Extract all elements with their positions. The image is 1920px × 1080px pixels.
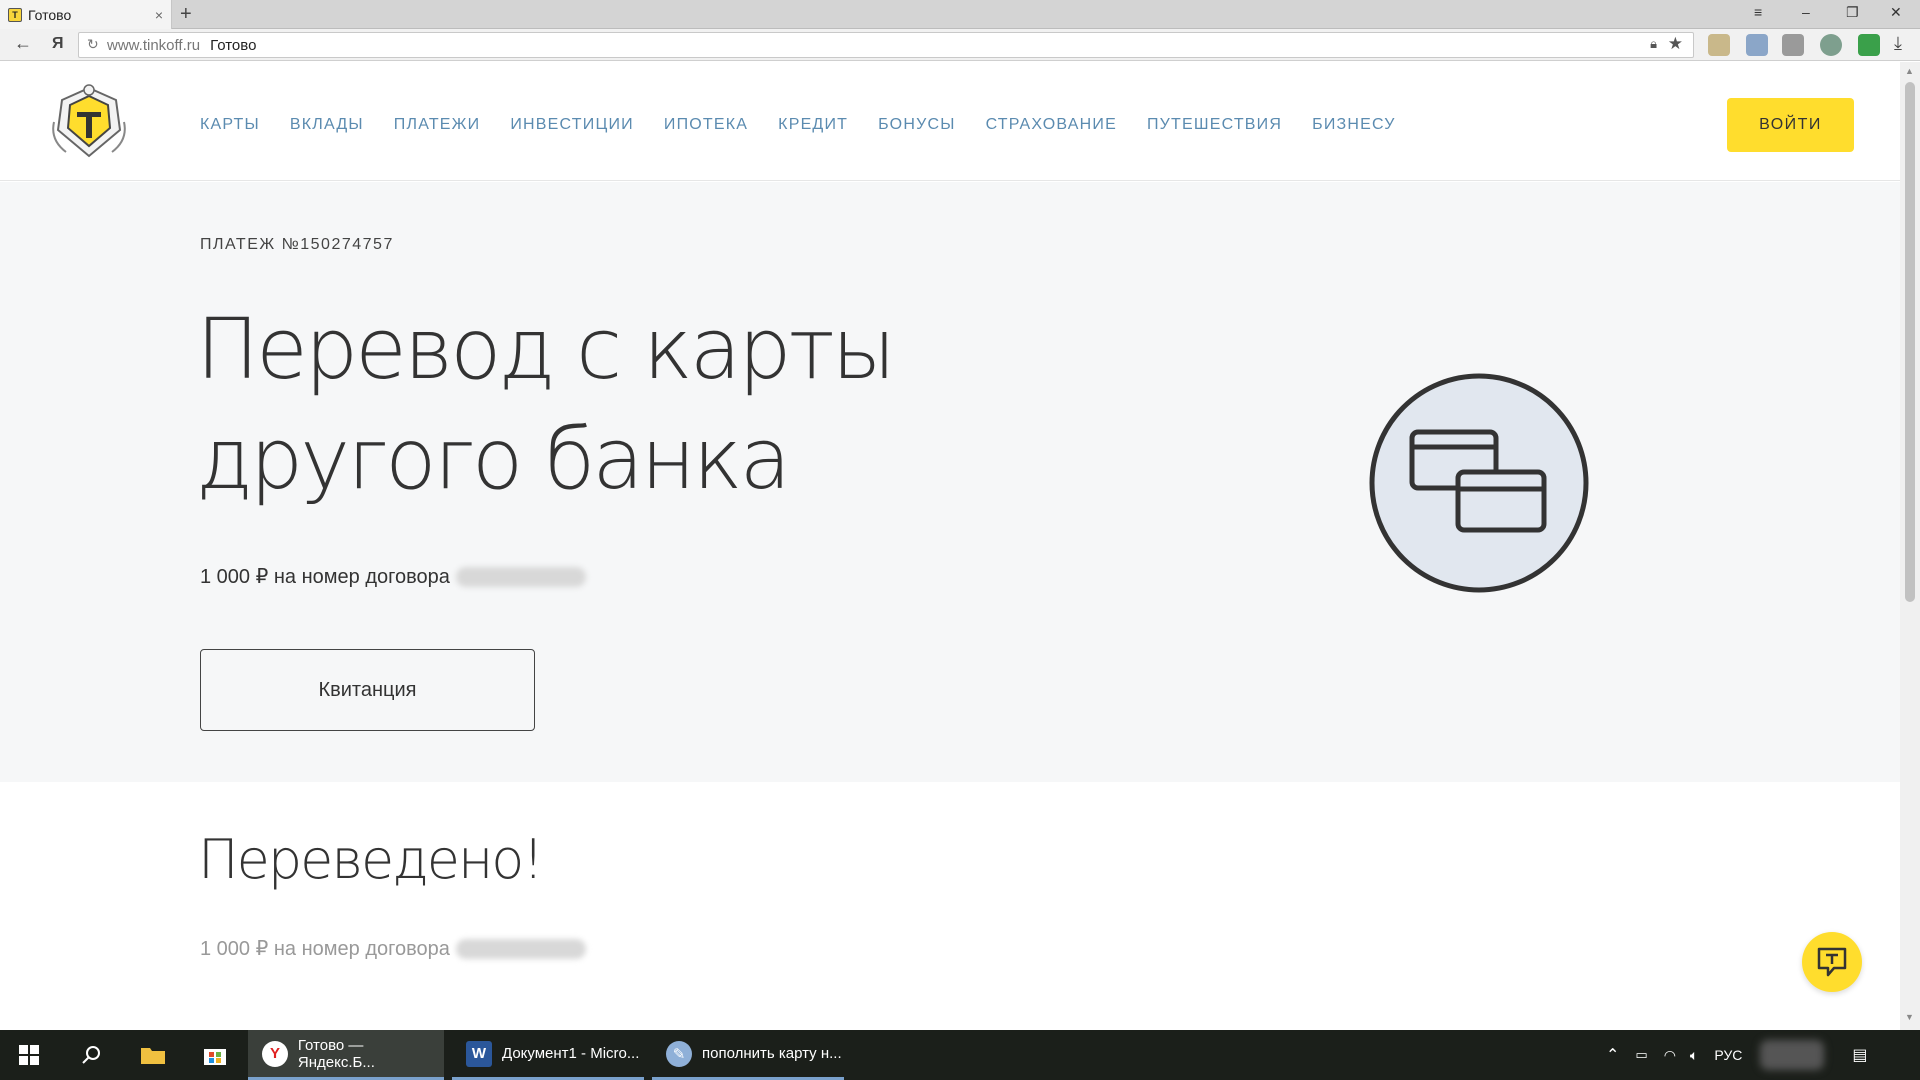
nav-item-travel[interactable]: ПУТЕШЕСТВИЯ — [1147, 116, 1282, 134]
adguard-extension-icon[interactable] — [1820, 34, 1842, 56]
calendar-extension-icon[interactable] — [1708, 34, 1730, 56]
receipt-button[interactable]: Квитанция — [200, 649, 535, 731]
page-scrollbar[interactable]: ▲ ▼ — [1900, 62, 1920, 1030]
nav-item-deposits[interactable]: ВКЛАДЫ — [290, 116, 364, 134]
nav-item-credit[interactable]: КРЕДИТ — [778, 116, 848, 134]
payment-hero: ПЛАТЕЖ №150274757 Перевод с карты другог… — [0, 182, 1900, 782]
battery-icon[interactable]: ▭ — [1635, 1047, 1647, 1063]
result-title: Переведено! — [198, 828, 544, 891]
nav-item-payments[interactable]: ПЛАТЕЖИ — [394, 116, 481, 134]
main-nav: КАРТЫ ВКЛАДЫ ПЛАТЕЖИ ИНВЕСТИЦИИ ИПОТЕКА … — [200, 116, 1426, 134]
file-explorer-icon[interactable] — [124, 1030, 182, 1080]
search-icon[interactable] — [62, 1030, 120, 1080]
result-amount-text: 1 000 ₽ на номер договора — [200, 938, 450, 960]
extension-icon[interactable] — [1782, 34, 1804, 56]
close-tab-icon[interactable]: × — [155, 7, 163, 23]
chat-bubble-icon — [1817, 947, 1847, 977]
url-page-title: Готово — [210, 36, 257, 54]
nav-item-insurance[interactable]: СТРАХОВАНИЕ — [986, 116, 1117, 134]
windows-taskbar: Y Готово — Яндекс.Б... W Документ1 - Mic… — [0, 1030, 1920, 1080]
payment-amount-text: 1 000 ₽ на номер договора — [200, 566, 450, 588]
paint-icon: ✎ — [666, 1040, 692, 1067]
restore-button[interactable]: ❐ — [1846, 4, 1859, 21]
result-summary: 1 000 ₽ на номер договора — [200, 936, 586, 961]
page-title: Перевод с карты другого банка — [196, 300, 896, 508]
nav-item-business[interactable]: БИЗНЕСУ — [1312, 116, 1395, 134]
chat-button[interactable] — [1802, 932, 1862, 992]
redacted-contract-number — [455, 566, 586, 587]
store-icon[interactable] — [186, 1030, 244, 1080]
windows-logo-icon — [19, 1045, 39, 1065]
word-icon: W — [466, 1040, 492, 1067]
taskbar-app-label: Документ1 - Micro... — [502, 1045, 640, 1062]
tray-chevron-up-icon[interactable]: ⌃ — [1606, 1045, 1619, 1065]
login-button[interactable]: ВОЙТИ — [1727, 98, 1854, 152]
reload-icon[interactable]: ↻ — [87, 36, 99, 53]
tab-title: Готово — [28, 6, 72, 23]
close-window-button[interactable]: ✕ — [1890, 4, 1902, 21]
wifi-icon[interactable]: ◠ — [1664, 1047, 1676, 1064]
volume-icon[interactable]: 🔈︎ — [1690, 1047, 1698, 1064]
scroll-thumb[interactable] — [1905, 82, 1915, 602]
language-indicator[interactable]: РУС — [1714, 1047, 1742, 1063]
minimize-button[interactable]: – — [1802, 4, 1810, 20]
taskbar-app-paint[interactable]: ✎ пополнить карту н... — [652, 1030, 844, 1080]
tinkoff-favicon-icon: T — [8, 7, 22, 22]
payment-summary: 1 000 ₽ на номер договора — [200, 564, 586, 589]
card-transfer-icon — [1369, 373, 1589, 593]
system-tray: ⌃ ▭ ◠ 🔈︎ РУС ▤ — [1606, 1030, 1868, 1080]
browser-tab[interactable]: T Готово × — [0, 0, 172, 29]
address-bar-row: ← Я ↻ www.tinkoff.ru Готово 🔒︎ ★ ⤓ — [0, 29, 1920, 61]
site-header: КАРТЫ ВКЛАДЫ ПЛАТЕЖИ ИНВЕСТИЦИИ ИПОТЕКА … — [0, 62, 1900, 181]
mail-extension-icon[interactable] — [1746, 34, 1768, 56]
security-extension-icon[interactable] — [1858, 34, 1880, 56]
url-field[interactable]: ↻ www.tinkoff.ru Готово 🔒︎ ★ — [78, 32, 1694, 58]
yandex-logo-icon[interactable]: Я — [52, 35, 64, 53]
scroll-up-icon[interactable]: ▲ — [1905, 66, 1914, 76]
start-button[interactable] — [0, 1030, 58, 1080]
redacted-clock[interactable] — [1760, 1040, 1825, 1070]
url-domain: www.tinkoff.ru — [107, 36, 201, 54]
payment-number: ПЛАТЕЖ №150274757 — [200, 236, 394, 253]
notification-center-icon[interactable]: ▤ — [1852, 1045, 1867, 1065]
browser-tab-bar: T Готово × + ≡ – ❐ ✕ — [0, 0, 1920, 29]
taskbar-app-label: Готово — Яндекс.Б... — [297, 1036, 375, 1071]
taskbar-app-word[interactable]: W Документ1 - Micro... — [452, 1030, 644, 1080]
download-icon[interactable]: ⤓ — [1894, 33, 1902, 54]
back-arrow-icon[interactable]: ← — [14, 33, 32, 54]
yandex-browser-icon: Y — [262, 1040, 288, 1067]
taskbar-app-label: пополнить карту н... — [702, 1045, 842, 1062]
nav-item-bonuses[interactable]: БОНУСЫ — [878, 116, 955, 134]
scroll-down-icon[interactable]: ▼ — [1905, 1012, 1914, 1022]
nav-item-cards[interactable]: КАРТЫ — [200, 116, 260, 134]
nav-item-investments[interactable]: ИНВЕСТИЦИИ — [510, 116, 634, 134]
lock-icon[interactable]: 🔒︎ — [1650, 36, 1657, 52]
redacted-contract-number — [455, 938, 586, 959]
bookmark-star-icon[interactable]: ★ — [1668, 34, 1683, 54]
nav-item-mortgage[interactable]: ИПОТЕКА — [664, 116, 748, 134]
tinkoff-logo-icon[interactable] — [46, 82, 132, 162]
browser-menu-icon[interactable]: ≡ — [1754, 4, 1762, 20]
taskbar-app-browser[interactable]: Y Готово — Яндекс.Б... — [248, 1030, 444, 1080]
new-tab-button[interactable]: + — [180, 3, 192, 26]
